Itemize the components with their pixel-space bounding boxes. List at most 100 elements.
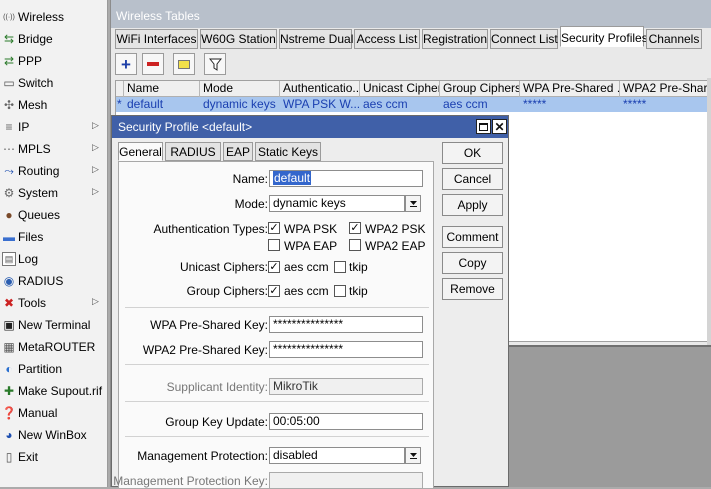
sidebar-item-mpls[interactable]: ⋯ MPLS ▷ — [0, 138, 108, 160]
comment-button[interactable] — [173, 53, 195, 75]
group-aes-label: aes ccm — [284, 284, 329, 298]
auth-types-label: Authentication Types: — [153, 222, 268, 236]
wpa-psk-checkbox[interactable]: ✓ — [268, 222, 280, 234]
tab-access-list[interactable]: Access List — [354, 29, 420, 49]
add-button[interactable]: + — [115, 53, 137, 75]
column-name[interactable]: Name — [124, 81, 200, 97]
group-tkip-checkbox[interactable] — [334, 285, 346, 297]
close-button[interactable]: ✕ — [492, 119, 507, 134]
sidebar-item-bridge[interactable]: ⇆ Bridge — [0, 28, 108, 50]
wpa2-psk-key-field[interactable]: *************** — [269, 341, 423, 358]
tab-connect-list[interactable]: Connect List — [490, 29, 558, 49]
management-protection-select[interactable]: disabled — [269, 447, 405, 464]
group-aes-checkbox[interactable]: ✓ — [268, 285, 280, 297]
sidebar-item-system[interactable]: ⚙ System ▷ — [0, 182, 108, 204]
tab-channels[interactable]: Channels — [646, 29, 702, 49]
tab-w60g-station[interactable]: W60G Station — [200, 29, 277, 49]
sidebar-item-make-supout-rif[interactable]: ✚ Make Supout.rif — [0, 380, 108, 402]
apply-button[interactable]: Apply — [442, 194, 503, 216]
sidebar-item-ppp[interactable]: ⇄ PPP — [0, 50, 108, 72]
mode-dropdown-button[interactable] — [405, 195, 421, 212]
cell-group-ciphers: aes ccm — [443, 97, 488, 111]
files-icon: ▬ — [3, 230, 15, 244]
routing-icon: ⤳ — [4, 164, 14, 178]
name-field[interactable]: default — [269, 170, 423, 187]
row-flag: * — [117, 97, 122, 111]
manual-icon: ❓ — [1, 406, 17, 420]
sidebar-item-label: Log — [18, 252, 39, 266]
management-protection-dropdown-button[interactable] — [405, 447, 421, 464]
column-group-ciphers[interactable]: Group Ciphers — [440, 81, 520, 97]
sidebar-item-label: Switch — [18, 76, 54, 90]
tab-general[interactable]: General — [118, 142, 163, 161]
sidebar-item-log[interactable]: ▤ Log — [0, 248, 108, 270]
switch-icon: ▭ — [3, 76, 15, 90]
submenu-arrow-icon: ▷ — [92, 120, 99, 130]
sidebar-item-new-winbox[interactable]: ◕ New WinBox — [0, 424, 108, 446]
tab-registration[interactable]: Registration — [422, 29, 488, 49]
scrollbar[interactable] — [707, 78, 711, 348]
terminal-icon: ▣ — [3, 318, 15, 332]
sidebar-item-label: Queues — [18, 208, 61, 222]
mode-select[interactable]: dynamic keys — [269, 195, 405, 212]
remove-button[interactable] — [142, 53, 164, 75]
comment-button[interactable]: Comment — [442, 226, 503, 248]
sidebar-item-exit[interactable]: ▯ Exit — [0, 446, 108, 468]
ok-button[interactable]: OK — [442, 142, 503, 164]
management-protection-key-label: Management Protection Key: — [113, 474, 268, 488]
group-key-update-field[interactable]: 00:05:00 — [269, 413, 423, 430]
maximize-button[interactable] — [476, 119, 491, 134]
column-wpa2-psk[interactable]: WPA2 Pre-Shared — [620, 81, 711, 97]
column-unicast-ciphers[interactable]: Unicast Ciphers — [360, 81, 440, 97]
submenu-arrow-icon: ▷ — [92, 296, 99, 306]
wpa-eap-checkbox[interactable] — [268, 239, 280, 251]
sidebar-item-tools[interactable]: ✖ Tools ▷ — [0, 292, 108, 314]
unicast-aes-checkbox[interactable]: ✓ — [268, 261, 280, 273]
sidebar-item-radius[interactable]: ◉ RADIUS — [0, 270, 108, 292]
sidebar-item-metarouter[interactable]: ▦ MetaROUTER — [0, 336, 108, 358]
copy-button[interactable]: Copy — [442, 252, 503, 274]
separator — [125, 364, 429, 365]
supplicant-identity-field[interactable]: MikroTik — [269, 378, 423, 395]
sidebar-item-partition[interactable]: ◐ Partition — [0, 358, 108, 380]
tab-eap[interactable]: EAP — [223, 142, 253, 161]
sidebar-item-label: Wireless — [18, 10, 65, 24]
sidebar-item-mesh[interactable]: ✣ Mesh — [0, 94, 108, 116]
sidebar-menu: ((·)) Wireless ⇆ Bridge ⇄ PPP ▭ Switch ✣ Mesh ≡ IP ▷… — [0, 0, 108, 487]
cancel-button[interactable]: Cancel — [442, 168, 503, 190]
table-row[interactable]: * default dynamic keys WPA PSK W... aes … — [116, 97, 711, 112]
sidebar-item-files[interactable]: ▬ Files — [0, 226, 108, 248]
mpls-icon: ⋯ — [3, 142, 15, 156]
column-mode[interactable]: Mode — [200, 81, 280, 97]
tab-wifi-interfaces[interactable]: WiFi Interfaces — [115, 29, 198, 49]
tab-static-keys[interactable]: Static Keys — [255, 142, 321, 161]
column-authentication[interactable]: Authenticatio... — [280, 81, 360, 97]
sidebar-item-switch[interactable]: ▭ Switch — [0, 72, 108, 94]
sidebar-item-label: Files — [18, 230, 44, 244]
sidebar-item-queues[interactable]: ● Queues — [0, 204, 108, 226]
sidebar-item-routing[interactable]: ⤳ Routing ▷ — [0, 160, 108, 182]
column-wpa-psk[interactable]: WPA Pre-Shared ... — [520, 81, 620, 97]
management-protection-key-field[interactable] — [269, 472, 423, 489]
ppp-icon: ⇄ — [3, 54, 15, 68]
wpa-psk-key-field[interactable]: *************** — [269, 316, 423, 333]
sidebar-item-wireless[interactable]: ((·)) Wireless — [0, 6, 108, 28]
sidebar-item-ip[interactable]: ≡ IP ▷ — [0, 116, 108, 138]
wpa2-eap-checkbox[interactable] — [349, 239, 361, 251]
window-title: Wireless Tables — [111, 0, 711, 28]
checkmark-icon: ✓ — [269, 261, 279, 273]
tab-radius[interactable]: RADIUS — [165, 142, 221, 161]
note-icon — [178, 59, 190, 69]
unicast-tkip-checkbox[interactable] — [334, 261, 346, 273]
wpa2-psk-key-label: WPA2 Pre-Shared Key: — [142, 343, 268, 357]
management-protection-label: Management Protection: — [137, 449, 268, 463]
sidebar-item-new-terminal[interactable]: ▣ New Terminal — [0, 314, 108, 336]
tab-security-profiles[interactable]: Security Profiles — [560, 26, 648, 47]
tab-nstreme-dual[interactable]: Nstreme Dual — [279, 29, 353, 49]
filter-button[interactable] — [204, 53, 226, 75]
wpa2-psk-checkbox[interactable]: ✓ — [349, 222, 361, 234]
checkmark-icon: ✓ — [350, 222, 360, 234]
ip-icon: ≡ — [5, 120, 13, 134]
sidebar-item-manual[interactable]: ❓ Manual — [0, 402, 108, 424]
remove-button[interactable]: Remove — [442, 278, 503, 300]
